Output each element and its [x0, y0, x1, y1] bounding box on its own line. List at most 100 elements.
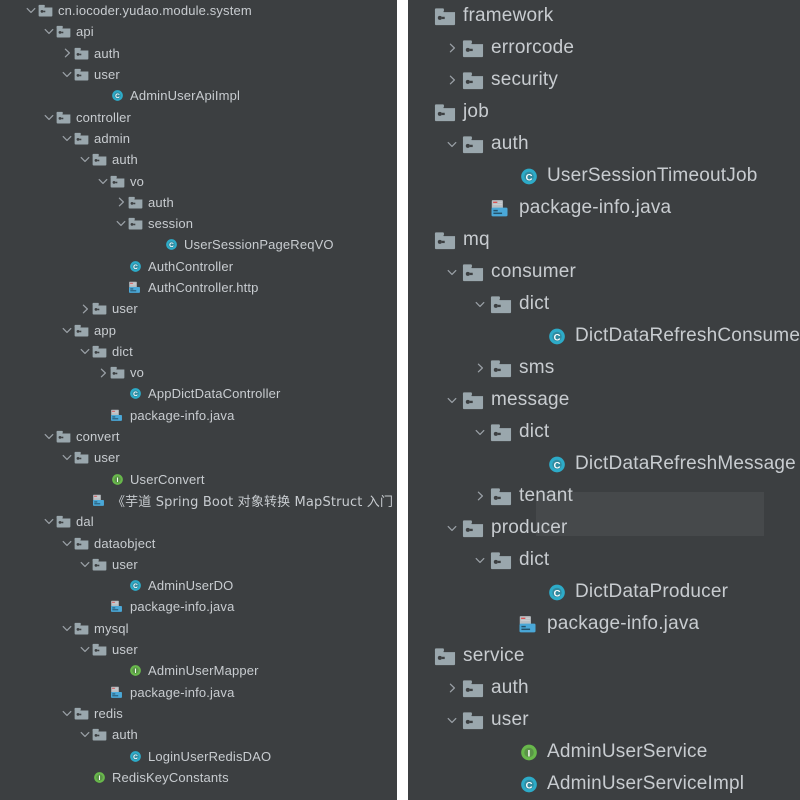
- tree-row[interactable]: auth: [0, 149, 397, 170]
- tree-row[interactable]: AuthController.http: [0, 277, 397, 298]
- tree-row[interactable]: package-info.java: [408, 192, 800, 224]
- chevron-down-icon[interactable]: [96, 177, 110, 186]
- tree-row[interactable]: C UserSessionTimeoutJob: [408, 160, 800, 192]
- tree-row[interactable]: C AdminUserApiImpl: [0, 85, 397, 106]
- tree-row[interactable]: I AdminUserService: [408, 736, 800, 768]
- tree-row[interactable]: auth: [0, 192, 397, 213]
- chevron-right-icon[interactable]: [60, 48, 74, 58]
- tree-row[interactable]: api: [0, 21, 397, 42]
- tree-row[interactable]: app: [0, 319, 397, 340]
- chevron-down-icon[interactable]: [60, 453, 74, 462]
- tree-row[interactable]: package-info.java: [0, 596, 397, 617]
- left-tree-rows[interactable]: cn.iocoder.yudao.module.system api auth use…: [0, 0, 397, 788]
- chevron-down-icon[interactable]: [60, 539, 74, 548]
- tree-row[interactable]: auth: [0, 43, 397, 64]
- tree-row[interactable]: user: [0, 554, 397, 575]
- chevron-down-icon[interactable]: [442, 716, 462, 725]
- chevron-down-icon[interactable]: [60, 624, 74, 633]
- tree-row[interactable]: C AdminUserServiceImpl: [408, 768, 800, 800]
- tree-row[interactable]: redis: [0, 703, 397, 724]
- tree-row[interactable]: errorcode: [408, 32, 800, 64]
- right-tree-rows[interactable]: framework errorcode security job auth C UserSe…: [408, 0, 800, 800]
- tree-row[interactable]: dal: [0, 511, 397, 532]
- chevron-right-icon[interactable]: [442, 75, 462, 85]
- tree-row[interactable]: package-info.java: [0, 405, 397, 426]
- tree-row[interactable]: job: [408, 96, 800, 128]
- tree-row[interactable]: auth: [408, 128, 800, 160]
- tree-row[interactable]: dict: [408, 288, 800, 320]
- tree-row[interactable]: mq: [408, 224, 800, 256]
- tree-row[interactable]: auth: [0, 724, 397, 745]
- tree-row[interactable]: producer: [408, 512, 800, 544]
- chevron-down-icon[interactable]: [24, 6, 38, 15]
- tree-row[interactable]: user: [0, 64, 397, 85]
- tree-row[interactable]: C AdminUserDO: [0, 575, 397, 596]
- tree-row[interactable]: tenant: [408, 480, 800, 512]
- tree-row[interactable]: cn.iocoder.yudao.module.system: [0, 0, 397, 21]
- chevron-down-icon[interactable]: [114, 219, 128, 228]
- tree-row[interactable]: user: [0, 447, 397, 468]
- tree-row[interactable]: sms: [408, 352, 800, 384]
- chevron-down-icon[interactable]: [470, 556, 490, 565]
- tree-row[interactable]: I RedisKeyConstants: [0, 767, 397, 788]
- tree-row[interactable]: C DictDataRefreshMessage: [408, 448, 800, 480]
- tree-row[interactable]: dict: [408, 544, 800, 576]
- chevron-down-icon[interactable]: [442, 396, 462, 405]
- tree-row[interactable]: security: [408, 64, 800, 96]
- tree-row[interactable]: package-info.java: [0, 682, 397, 703]
- chevron-down-icon[interactable]: [42, 113, 56, 122]
- tree-row[interactable]: dict: [0, 341, 397, 362]
- tree-row[interactable]: service: [408, 640, 800, 672]
- chevron-right-icon[interactable]: [442, 43, 462, 53]
- chevron-down-icon[interactable]: [42, 517, 56, 526]
- tree-row[interactable]: C DictDataProducer: [408, 576, 800, 608]
- chevron-right-icon[interactable]: [470, 363, 490, 373]
- chevron-down-icon[interactable]: [60, 70, 74, 79]
- tree-row[interactable]: package-info.java: [408, 608, 800, 640]
- tree-row[interactable]: convert: [0, 426, 397, 447]
- tree-row[interactable]: controller: [0, 106, 397, 127]
- tree-row[interactable]: vo: [0, 170, 397, 191]
- tree-row[interactable]: 《芋道 Spring Boot 对象转换 MapStruct 入门: [0, 490, 397, 511]
- left-tree-panel[interactable]: cn.iocoder.yudao.module.system api auth use…: [0, 0, 397, 800]
- chevron-down-icon[interactable]: [78, 730, 92, 739]
- tree-row[interactable]: mysql: [0, 618, 397, 639]
- chevron-down-icon[interactable]: [78, 347, 92, 356]
- tree-row[interactable]: I UserConvert: [0, 469, 397, 490]
- chevron-right-icon[interactable]: [96, 368, 110, 378]
- tree-row[interactable]: message: [408, 384, 800, 416]
- chevron-right-icon[interactable]: [114, 197, 128, 207]
- tree-row[interactable]: vo: [0, 362, 397, 383]
- chevron-down-icon[interactable]: [442, 140, 462, 149]
- tree-row[interactable]: session: [0, 213, 397, 234]
- tree-row[interactable]: dataobject: [0, 532, 397, 553]
- chevron-down-icon[interactable]: [60, 326, 74, 335]
- tree-row[interactable]: C DictDataRefreshConsumer: [408, 320, 800, 352]
- chevron-down-icon[interactable]: [470, 300, 490, 309]
- tree-row[interactable]: admin: [0, 128, 397, 149]
- chevron-down-icon[interactable]: [78, 155, 92, 164]
- chevron-down-icon[interactable]: [60, 709, 74, 718]
- tree-row[interactable]: I AdminUserMapper: [0, 660, 397, 681]
- chevron-down-icon[interactable]: [60, 134, 74, 143]
- chevron-down-icon[interactable]: [470, 428, 490, 437]
- tree-row[interactable]: C AppDictDataController: [0, 383, 397, 404]
- chevron-right-icon[interactable]: [78, 304, 92, 314]
- chevron-down-icon[interactable]: [442, 524, 462, 533]
- tree-row[interactable]: auth: [408, 672, 800, 704]
- chevron-down-icon[interactable]: [442, 268, 462, 277]
- chevron-down-icon[interactable]: [42, 27, 56, 36]
- tree-row[interactable]: C UserSessionPageReqVO: [0, 234, 397, 255]
- tree-row[interactable]: framework: [408, 0, 800, 32]
- chevron-right-icon[interactable]: [442, 683, 462, 693]
- chevron-down-icon[interactable]: [78, 560, 92, 569]
- right-tree-panel[interactable]: framework errorcode security job auth C UserSe…: [408, 0, 800, 800]
- tree-row[interactable]: C AuthController: [0, 256, 397, 277]
- tree-row[interactable]: user: [408, 704, 800, 736]
- tree-row[interactable]: user: [0, 298, 397, 319]
- tree-row[interactable]: user: [0, 639, 397, 660]
- tree-row[interactable]: dict: [408, 416, 800, 448]
- tree-row[interactable]: consumer: [408, 256, 800, 288]
- tree-row[interactable]: C LoginUserRedisDAO: [0, 745, 397, 766]
- chevron-down-icon[interactable]: [78, 645, 92, 654]
